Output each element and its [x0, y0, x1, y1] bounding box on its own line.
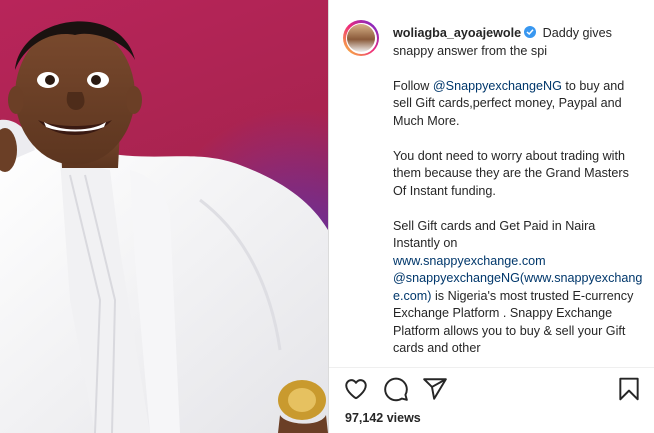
- mention-link[interactable]: @SnappyexchangeNG: [433, 79, 562, 93]
- share-icon: [423, 378, 447, 400]
- post-photo[interactable]: [0, 0, 328, 433]
- bookmark-icon: [619, 377, 639, 401]
- caption-text: Follow: [393, 78, 433, 93]
- heart-icon: [345, 379, 367, 400]
- share-button[interactable]: [422, 376, 448, 402]
- website-link[interactable]: www.snappyexchange.com: [393, 254, 546, 268]
- post-side-panel: woliagba_ayoajewole Daddy gives snappy a…: [329, 0, 654, 433]
- man-in-white-agbada-illustration: [0, 0, 328, 433]
- avatar-ring: [345, 22, 377, 54]
- comment-icon: [384, 377, 408, 402]
- views-count: 97,142 views: [345, 411, 421, 425]
- avatar[interactable]: [343, 20, 379, 56]
- caption-text: Sell Gift cards and Get Paid in Naira In…: [393, 218, 596, 251]
- save-button[interactable]: [616, 376, 642, 402]
- caption-paragraph: You dont need to worry about trading wit…: [393, 148, 629, 198]
- comment-button[interactable]: [383, 376, 409, 402]
- username-link[interactable]: woliagba_ayoajewole: [393, 26, 521, 40]
- verified-badge-icon: [524, 26, 537, 38]
- post-actions-bar: [329, 376, 654, 406]
- mention-link[interactable]: @snappyexchangeNG: [393, 271, 520, 285]
- post-caption: woliagba_ayoajewole Daddy gives snappy a…: [393, 25, 645, 365]
- actions-divider: [329, 367, 654, 368]
- instagram-post-viewer: woliagba_ayoajewole Daddy gives snappy a…: [0, 0, 654, 433]
- avatar-image: [347, 24, 375, 52]
- like-button[interactable]: [343, 376, 369, 402]
